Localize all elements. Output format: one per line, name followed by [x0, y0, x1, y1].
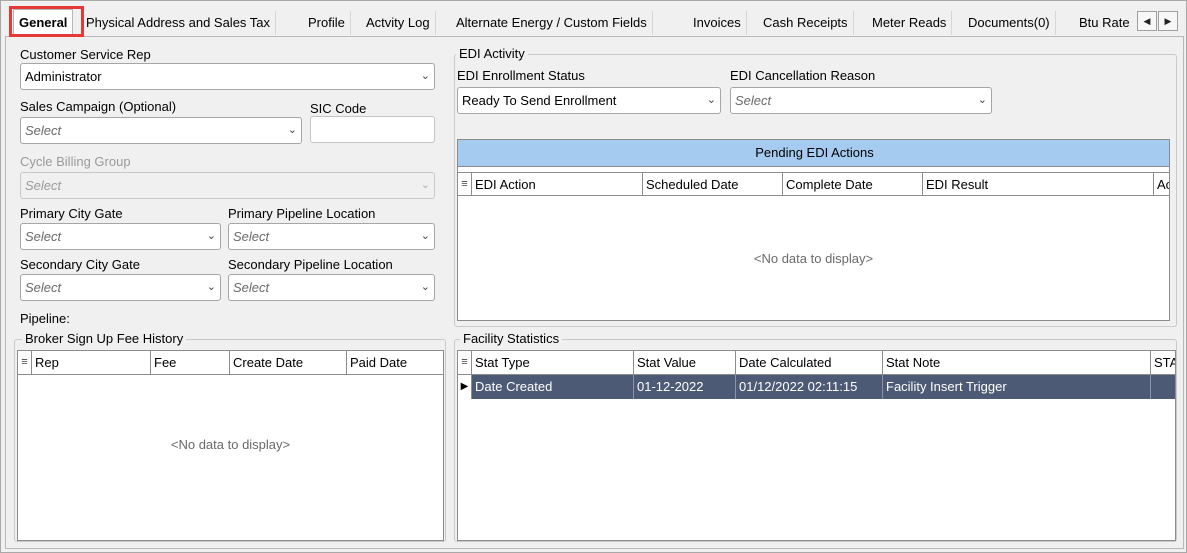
chevron-down-icon: ⌄	[420, 230, 430, 242]
secondary-city-gate-label: Secondary City Gate	[20, 257, 140, 272]
empty-grid-message: <No data to display>	[753, 251, 874, 266]
chevron-down-icon: ⌄	[706, 94, 716, 106]
csr-value: Administrator	[25, 69, 102, 84]
pending-edi-actions-caption: Pending EDI Actions	[458, 140, 1169, 167]
column-date-calculated[interactable]: Date Calculated	[736, 351, 883, 374]
primary-pipeline-location-dropdown[interactable]: Select ⌄	[228, 223, 435, 250]
chevron-down-icon: ⌄	[420, 179, 430, 191]
primary-city-gate-dropdown[interactable]: Select ⌄	[20, 223, 221, 250]
column-stat-value[interactable]: Stat Value	[634, 351, 736, 374]
secondary-city-gate-dropdown[interactable]: Select ⌄	[20, 274, 221, 301]
cycle-billing-group-dropdown: Select ⌄	[20, 172, 435, 199]
pipeline-label: Pipeline:	[20, 311, 70, 326]
empty-grid-message: <No data to display>	[170, 437, 291, 452]
pending-edi-actions-grid[interactable]: Pending EDI Actions ≡ EDI Action Schedul…	[457, 139, 1170, 321]
column-ac[interactable]: Ac	[1154, 173, 1169, 196]
tab-documents[interactable]: Documents(0)	[963, 11, 1056, 35]
column-edi-result[interactable]: EDI Result	[923, 173, 1154, 196]
cell-sta[interactable]	[1151, 375, 1175, 399]
cell-date-calculated[interactable]: 01/12/2022 02:11:15	[736, 375, 883, 399]
broker-fee-history-grid[interactable]: ≡ Rep Fee Create Date Paid Date <No data…	[17, 350, 444, 541]
cycle-billing-group-label: Cycle Billing Group	[20, 154, 131, 169]
grid-header: ≡ EDI Action Scheduled Date Complete Dat…	[458, 172, 1169, 196]
sic-code-label: SIC Code	[310, 101, 367, 116]
tab-physical-address[interactable]: Physical Address and Sales Tax	[81, 11, 277, 35]
tab-activity-log[interactable]: Actvity Log	[361, 11, 436, 35]
primary-pipeline-location-label: Primary Pipeline Location	[228, 206, 376, 221]
tab-general[interactable]: General	[13, 9, 74, 36]
tab-profile[interactable]: Profile	[303, 11, 351, 35]
cell-stat-type[interactable]: Date Created	[472, 375, 634, 399]
tab-btu-rate[interactable]: Btu Rate	[1074, 11, 1134, 35]
row-indicator-icon: ▶	[458, 375, 472, 399]
tab-strip: General Physical Address and Sales Tax P…	[1, 1, 1186, 36]
column-scheduled-date[interactable]: Scheduled Date	[643, 173, 783, 196]
chevron-down-icon: ⌄	[420, 70, 430, 82]
tab-invoices[interactable]: Invoices	[688, 11, 747, 35]
edi-cancellation-reason-dropdown[interactable]: Select ⌄	[730, 87, 992, 114]
column-stat-type[interactable]: Stat Type	[472, 351, 634, 374]
column-chooser-icon[interactable]: ≡	[458, 351, 472, 374]
secondary-pipeline-location-label: Secondary Pipeline Location	[228, 257, 393, 272]
chevron-down-icon: ⌄	[420, 281, 430, 293]
cell-stat-value[interactable]: 01-12-2022	[634, 375, 736, 399]
column-fee[interactable]: Fee	[151, 351, 230, 374]
primary-pipeline-location-placeholder: Select	[233, 229, 270, 244]
sic-code-input[interactable]	[310, 116, 435, 143]
secondary-pipeline-location-dropdown[interactable]: Select ⌄	[228, 274, 435, 301]
table-row[interactable]: ▶ Date Created 01-12-2022 01/12/2022 02:…	[458, 375, 1175, 399]
chevron-down-icon: ⌄	[206, 230, 216, 242]
column-complete-date[interactable]: Complete Date	[783, 173, 923, 196]
csr-dropdown[interactable]: Administrator ⌄	[20, 63, 435, 90]
column-rep[interactable]: Rep	[32, 351, 151, 374]
grid-header: ≡ Rep Fee Create Date Paid Date	[18, 351, 443, 375]
column-sta[interactable]: STA	[1151, 351, 1175, 374]
column-chooser-icon[interactable]: ≡	[458, 173, 472, 196]
csr-label: Customer Service Rep	[20, 47, 151, 62]
column-paid-date[interactable]: Paid Date	[347, 351, 443, 374]
facility-statistics-title: Facility Statistics	[460, 331, 563, 346]
chevron-down-icon: ⌄	[287, 124, 297, 136]
tab-cash-receipts[interactable]: Cash Receipts	[758, 11, 854, 35]
edi-cancellation-reason-label: EDI Cancellation Reason	[730, 68, 876, 83]
primary-city-gate-placeholder: Select	[25, 229, 62, 244]
general-tab-panel: Customer Service Rep Administrator ⌄ Sal…	[5, 36, 1184, 549]
sales-campaign-placeholder: Select	[25, 123, 62, 138]
edi-enrollment-status-label: EDI Enrollment Status	[457, 68, 585, 83]
secondary-pipeline-location-placeholder: Select	[233, 280, 270, 295]
grid-header: ≡ Stat Type Stat Value Date Calculated S…	[458, 351, 1175, 375]
edi-enrollment-status-dropdown[interactable]: Ready To Send Enrollment ⌄	[457, 87, 721, 114]
tab-scroll-right-icon[interactable]: ▶	[1158, 11, 1178, 31]
column-stat-note[interactable]: Stat Note	[883, 351, 1151, 374]
edi-cancellation-reason-placeholder: Select	[735, 93, 772, 108]
cycle-billing-group-placeholder: Select	[25, 178, 62, 193]
tab-alternate-energy[interactable]: Alternate Energy / Custom Fields	[451, 11, 653, 35]
secondary-city-gate-placeholder: Select	[25, 280, 62, 295]
column-edi-action[interactable]: EDI Action	[472, 173, 643, 196]
edi-activity-title: EDI Activity	[456, 46, 528, 61]
facility-statistics-grid[interactable]: ≡ Stat Type Stat Value Date Calculated S…	[457, 350, 1176, 541]
customer-detail-window: General Physical Address and Sales Tax P…	[0, 0, 1187, 553]
sales-campaign-dropdown[interactable]: Select ⌄	[20, 117, 302, 144]
column-chooser-icon[interactable]: ≡	[18, 351, 32, 374]
tab-meter-reads[interactable]: Meter Reads	[867, 11, 953, 35]
chevron-down-icon: ⌄	[206, 281, 216, 293]
column-create-date[interactable]: Create Date	[230, 351, 347, 374]
chevron-down-icon: ⌄	[977, 94, 987, 106]
edi-enrollment-status-value: Ready To Send Enrollment	[462, 93, 617, 108]
cell-stat-note[interactable]: Facility Insert Trigger	[883, 375, 1151, 399]
broker-fee-history-title: Broker Sign Up Fee History	[22, 331, 187, 346]
primary-city-gate-label: Primary City Gate	[20, 206, 123, 221]
sales-campaign-label: Sales Campaign (Optional)	[20, 99, 177, 114]
tab-scroll-left-icon[interactable]: ◀	[1137, 11, 1157, 31]
